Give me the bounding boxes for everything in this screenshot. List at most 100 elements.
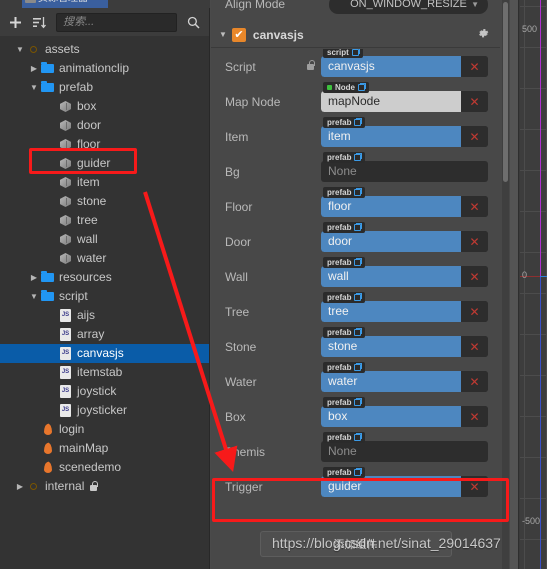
- clear-button-door[interactable]: ✕: [461, 231, 488, 252]
- search-button[interactable]: [183, 12, 203, 32]
- asset-tree-item-scenedemo[interactable]: scenedemo: [0, 458, 209, 477]
- gear-icon[interactable]: [477, 27, 490, 43]
- property-field-bg[interactable]: prefabNone✕: [321, 152, 488, 182]
- type-tag-wall[interactable]: prefab: [323, 257, 366, 268]
- open-external-icon[interactable]: [354, 118, 363, 126]
- expand-arrow-icon[interactable]: ▶: [14, 481, 26, 493]
- type-tag-box[interactable]: prefab: [323, 397, 366, 408]
- property-field-map-node[interactable]: Node mapNode ✕: [321, 82, 488, 112]
- clear-button-item[interactable]: ✕: [461, 126, 488, 147]
- asset-tree-item-guider[interactable]: guider: [0, 154, 209, 173]
- asset-tree-item-login[interactable]: login: [0, 420, 209, 439]
- clear-button-wall[interactable]: ✕: [461, 266, 488, 287]
- asset-tree-item-canvasjs[interactable]: JS canvasjs: [0, 344, 209, 363]
- type-tag-tree[interactable]: prefab: [323, 292, 366, 303]
- open-external-icon[interactable]: [354, 153, 363, 161]
- clear-button-water[interactable]: ✕: [461, 371, 488, 392]
- asset-tree-item-joystick[interactable]: JS joystick: [0, 382, 209, 401]
- property-value-box-tree[interactable]: tree ✕: [321, 301, 488, 322]
- asset-tree-item-prefab[interactable]: ▼ prefab: [0, 78, 209, 97]
- asset-tree-item-tree[interactable]: tree: [0, 211, 209, 230]
- property-value-item[interactable]: item: [321, 126, 461, 147]
- asset-tree-item-assets[interactable]: ▼ assets: [0, 40, 209, 59]
- property-value-box-enemis[interactable]: None✕: [321, 441, 488, 462]
- type-tag-bg[interactable]: prefab: [323, 152, 366, 163]
- component-enabled-checkbox[interactable]: ✔: [231, 27, 246, 42]
- type-tag-stone[interactable]: prefab: [323, 327, 366, 338]
- expand-arrow-icon[interactable]: ▼: [14, 44, 26, 56]
- asset-tree-item-wall[interactable]: wall: [0, 230, 209, 249]
- scene-view-strip[interactable]: 500 0 -500: [510, 0, 547, 569]
- property-field-floor[interactable]: prefab floor ✕: [321, 187, 488, 217]
- property-value-box-wall[interactable]: wall ✕: [321, 266, 488, 287]
- property-value-script[interactable]: canvasjs: [321, 56, 461, 77]
- inspector-scrollbar[interactable]: [502, 0, 509, 569]
- open-external-icon[interactable]: [354, 398, 363, 406]
- open-external-icon[interactable]: [354, 363, 363, 371]
- asset-tree-item-item[interactable]: item: [0, 173, 209, 192]
- property-value-box-map-node[interactable]: mapNode ✕: [321, 91, 488, 112]
- property-value-door[interactable]: door: [321, 231, 461, 252]
- expand-arrow-icon[interactable]: ▼: [28, 82, 40, 94]
- asset-tree-item-itemstab[interactable]: JS itemstab: [0, 363, 209, 382]
- property-value-floor[interactable]: floor: [321, 196, 461, 217]
- property-field-trigger[interactable]: prefab guider ✕: [321, 467, 488, 497]
- asset-tree-item-resources[interactable]: ▶ resources: [0, 268, 209, 287]
- search-input[interactable]: [63, 16, 170, 28]
- property-field-box[interactable]: prefab box ✕: [321, 397, 488, 427]
- clear-button-stone[interactable]: ✕: [461, 336, 488, 357]
- asset-tree-item-door[interactable]: door: [0, 116, 209, 135]
- open-external-icon[interactable]: [354, 468, 363, 476]
- property-field-script[interactable]: script canvasjs ✕: [321, 49, 488, 77]
- asset-tree-item-animationclip[interactable]: ▶ animationclip: [0, 59, 209, 78]
- type-tag-trigger[interactable]: prefab: [323, 467, 366, 478]
- type-tag-item[interactable]: prefab: [323, 117, 366, 128]
- property-value-box-box[interactable]: box ✕: [321, 406, 488, 427]
- asset-tree[interactable]: ▼ assets ▶ animationclip ▼ prefab box door floor…: [0, 36, 209, 569]
- property-value-map-node[interactable]: mapNode: [321, 91, 461, 112]
- property-value-box-door[interactable]: door ✕: [321, 231, 488, 252]
- asset-tree-item-stone[interactable]: stone: [0, 192, 209, 211]
- expand-arrow-icon[interactable]: ▶: [28, 63, 40, 75]
- type-tag-enemis[interactable]: prefab: [323, 432, 366, 443]
- asset-tree-item-joysticker[interactable]: JS joysticker: [0, 401, 209, 420]
- open-external-icon[interactable]: [358, 83, 366, 91]
- open-external-icon[interactable]: [354, 328, 363, 336]
- property-value-box-item[interactable]: item ✕: [321, 126, 488, 147]
- property-value-enemis[interactable]: None: [321, 441, 461, 462]
- open-external-icon[interactable]: [351, 49, 360, 56]
- property-value-box-floor[interactable]: floor ✕: [321, 196, 488, 217]
- open-external-icon[interactable]: [354, 258, 363, 266]
- clear-button-floor[interactable]: ✕: [461, 196, 488, 217]
- property-field-wall[interactable]: prefab wall ✕: [321, 257, 488, 287]
- property-value-box-trigger[interactable]: guider ✕: [321, 476, 488, 497]
- type-tag-map-node[interactable]: Node: [323, 82, 369, 93]
- property-field-tree[interactable]: prefab tree ✕: [321, 292, 488, 322]
- property-field-water[interactable]: prefab water ✕: [321, 362, 488, 392]
- property-field-stone[interactable]: prefab stone ✕: [321, 327, 488, 357]
- asset-tree-item-water[interactable]: water: [0, 249, 209, 268]
- asset-tree-item-box[interactable]: box: [0, 97, 209, 116]
- asset-tree-item-array[interactable]: JS array: [0, 325, 209, 344]
- sort-button[interactable]: [30, 13, 48, 31]
- property-value-box[interactable]: box: [321, 406, 461, 427]
- property-value-trigger[interactable]: guider: [321, 476, 461, 497]
- type-tag-script[interactable]: script: [323, 49, 363, 58]
- open-external-icon[interactable]: [354, 188, 363, 196]
- property-value-box-stone[interactable]: stone ✕: [321, 336, 488, 357]
- inspector-scrollbar-thumb[interactable]: [503, 2, 508, 182]
- property-value-box-bg[interactable]: None✕: [321, 161, 488, 182]
- clear-button-map-node[interactable]: ✕: [461, 91, 488, 112]
- clear-button-script[interactable]: ✕: [461, 56, 488, 77]
- type-tag-water[interactable]: prefab: [323, 362, 366, 373]
- property-value-stone[interactable]: stone: [321, 336, 461, 357]
- clear-button-tree[interactable]: ✕: [461, 301, 488, 322]
- tab-assets[interactable]: 资源管理器: [22, 0, 108, 8]
- asset-tree-item-aijs[interactable]: JS aijs: [0, 306, 209, 325]
- clear-button-box[interactable]: ✕: [461, 406, 488, 427]
- expand-arrow-icon[interactable]: ▶: [28, 272, 40, 284]
- property-value-bg[interactable]: None: [321, 161, 461, 182]
- property-field-door[interactable]: prefab door ✕: [321, 222, 488, 252]
- clear-button-trigger[interactable]: ✕: [461, 476, 488, 497]
- property-value-box-script[interactable]: canvasjs ✕: [321, 56, 488, 77]
